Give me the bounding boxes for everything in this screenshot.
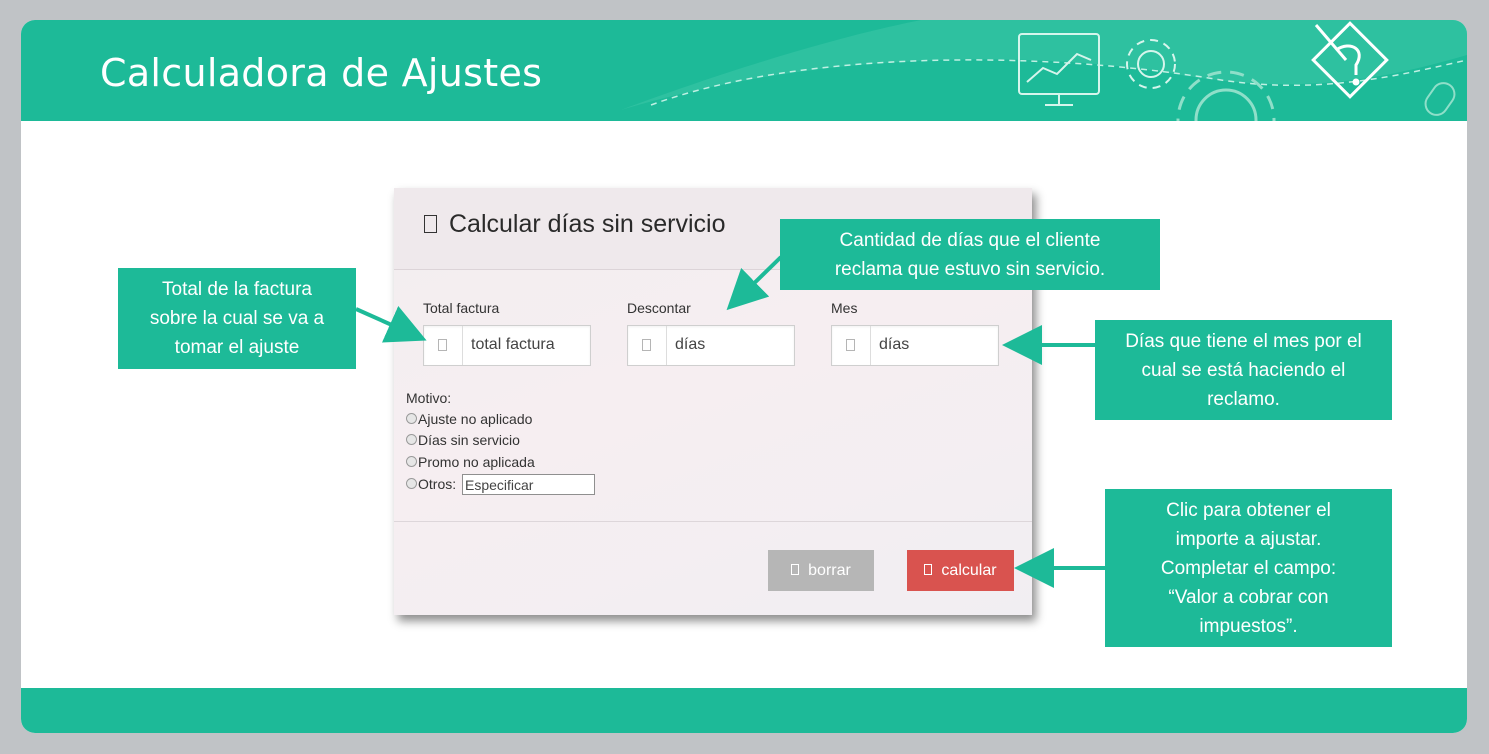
mouse-icon — [1424, 82, 1456, 116]
page-title: Calculadora de Ajustes — [100, 51, 543, 95]
otros-especificar-input[interactable] — [462, 474, 595, 495]
radio-button[interactable] — [406, 478, 417, 489]
mes-group — [831, 325, 999, 366]
callout-text: Clic para obtener el importe a ajustar. … — [1160, 499, 1337, 637]
header-decoration — [621, 20, 1467, 121]
radio-promo-no-aplicada[interactable]: Promo no aplicada — [406, 453, 535, 471]
borrar-label: borrar — [808, 561, 851, 579]
calendar-icon — [628, 326, 667, 365]
radio-label: Ajuste no aplicado — [418, 411, 533, 427]
callout-text: Cantidad de días que el cliente reclama … — [834, 229, 1106, 280]
calcular-button[interactable]: calcular — [907, 550, 1014, 591]
mes-label: Mes — [831, 300, 858, 316]
radio-button[interactable] — [406, 413, 417, 424]
total-factura-group — [423, 325, 591, 366]
total-factura-input[interactable] — [463, 326, 591, 363]
borrar-button[interactable]: borrar — [768, 550, 874, 591]
motivo-label: Motivo: — [406, 390, 452, 406]
radio-label: Otros: — [418, 476, 457, 492]
radio-dias-sin-servicio[interactable]: Días sin servicio — [406, 431, 520, 449]
radio-button[interactable] — [406, 456, 417, 467]
callout-mes: Días que tiene el mes por el cual se est… — [1095, 320, 1392, 420]
footer-bar — [21, 688, 1467, 733]
calendar-icon — [832, 326, 871, 365]
panel-title: Calcular días sin servicio — [424, 210, 726, 239]
radio-ajuste-no-aplicado[interactable]: Ajuste no aplicado — [406, 410, 532, 428]
calendar-icon — [424, 215, 437, 233]
radio-otros[interactable]: Otros: — [406, 475, 456, 493]
descontar-group — [627, 325, 795, 366]
trash-icon — [791, 563, 800, 575]
radio-label: Promo no aplicada — [418, 454, 535, 470]
header-bar: Calculadora de Ajustes — [21, 20, 1467, 121]
descontar-label: Descontar — [627, 300, 691, 316]
mes-input[interactable] — [871, 326, 999, 363]
calculator-icon — [924, 563, 933, 575]
radio-button[interactable] — [406, 434, 417, 445]
descontar-input[interactable] — [667, 326, 795, 363]
total-factura-label: Total factura — [423, 300, 500, 316]
callout-total-factura: Total de la factura sobre la cual se va … — [118, 268, 356, 369]
currency-icon — [424, 326, 463, 365]
callout-calcular: Clic para obtener el importe a ajustar. … — [1105, 489, 1392, 647]
radio-label: Días sin servicio — [418, 432, 520, 448]
calcular-label: calcular — [941, 561, 997, 579]
panel-title-text: Calcular días sin servicio — [449, 210, 726, 238]
callout-text: Total de la factura sobre la cual se va … — [149, 279, 325, 358]
callout-descontar: Cantidad de días que el cliente reclama … — [780, 219, 1160, 290]
divider — [394, 521, 1032, 522]
callout-text: Días que tiene el mes por el cual se est… — [1125, 330, 1362, 410]
